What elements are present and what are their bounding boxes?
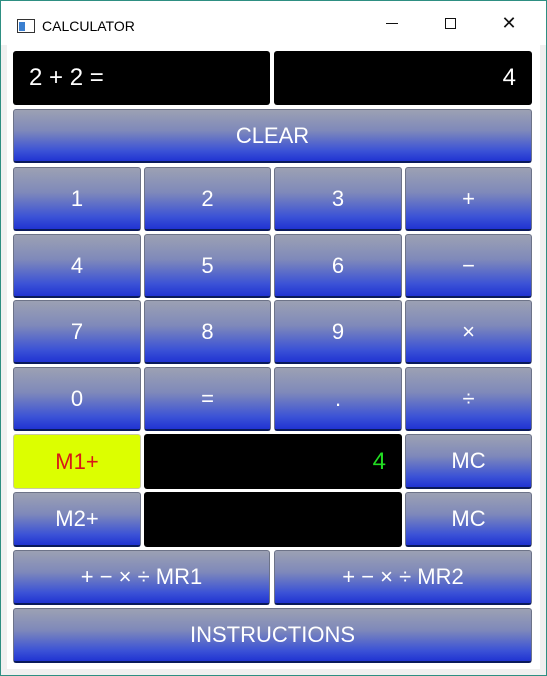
memory-2-add-button[interactable]: M2+	[13, 492, 141, 547]
app-icon	[17, 19, 35, 33]
close-icon: ✕	[501, 12, 517, 33]
memory-1-add-button[interactable]: M1+	[13, 434, 141, 489]
digit-6-button[interactable]: 6	[274, 234, 402, 298]
calculator-body: 2 + 2 = 4 CLEAR 1 2 3 + 4 5 6 − 7 8 9 × …	[7, 45, 540, 669]
title-bar: CALCULATOR ✕	[1, 1, 546, 45]
add-button[interactable]: +	[405, 167, 532, 231]
memory-1-clear-button[interactable]: MC	[405, 434, 532, 489]
digit-5-button[interactable]: 5	[144, 234, 271, 298]
multiply-button[interactable]: ×	[405, 300, 532, 364]
decimal-point-button[interactable]: .	[274, 367, 402, 431]
digit-2-button[interactable]: 2	[144, 167, 271, 231]
clear-button[interactable]: CLEAR	[13, 109, 532, 163]
memory-2-display	[144, 492, 402, 547]
digit-3-button[interactable]: 3	[274, 167, 402, 231]
expression-display: 2 + 2 =	[13, 51, 270, 105]
close-button[interactable]: ✕	[480, 1, 538, 45]
expression-text: 2 + 2 =	[29, 64, 104, 91]
instructions-button[interactable]: INSTRUCTIONS	[13, 608, 532, 663]
result-text: 4	[502, 64, 516, 91]
memory-1-value: 4	[372, 447, 386, 475]
divide-button[interactable]: ÷	[405, 367, 532, 431]
digit-8-button[interactable]: 8	[144, 300, 271, 364]
digit-9-button[interactable]: 9	[274, 300, 402, 364]
memory-1-display: 4	[144, 434, 402, 489]
window-title: CALCULATOR	[42, 18, 135, 34]
equals-button[interactable]: =	[144, 367, 271, 431]
calculator-window: CALCULATOR ✕ 2 + 2 = 4 CLEAR 1 2 3 + 4 5…	[0, 0, 547, 676]
maximize-button[interactable]	[421, 1, 479, 45]
memory-1-recall-button[interactable]: + − × ÷ MR1	[13, 550, 270, 605]
subtract-button[interactable]: −	[405, 234, 532, 298]
digit-1-button[interactable]: 1	[13, 167, 141, 231]
minimize-button[interactable]	[363, 1, 421, 45]
result-display: 4	[274, 51, 532, 105]
memory-2-clear-button[interactable]: MC	[405, 492, 532, 547]
minimize-icon	[386, 22, 398, 24]
digit-7-button[interactable]: 7	[13, 300, 141, 364]
maximize-icon	[444, 17, 456, 29]
digit-4-button[interactable]: 4	[13, 234, 141, 298]
digit-0-button[interactable]: 0	[13, 367, 141, 431]
memory-2-recall-button[interactable]: + − × ÷ MR2	[274, 550, 532, 605]
